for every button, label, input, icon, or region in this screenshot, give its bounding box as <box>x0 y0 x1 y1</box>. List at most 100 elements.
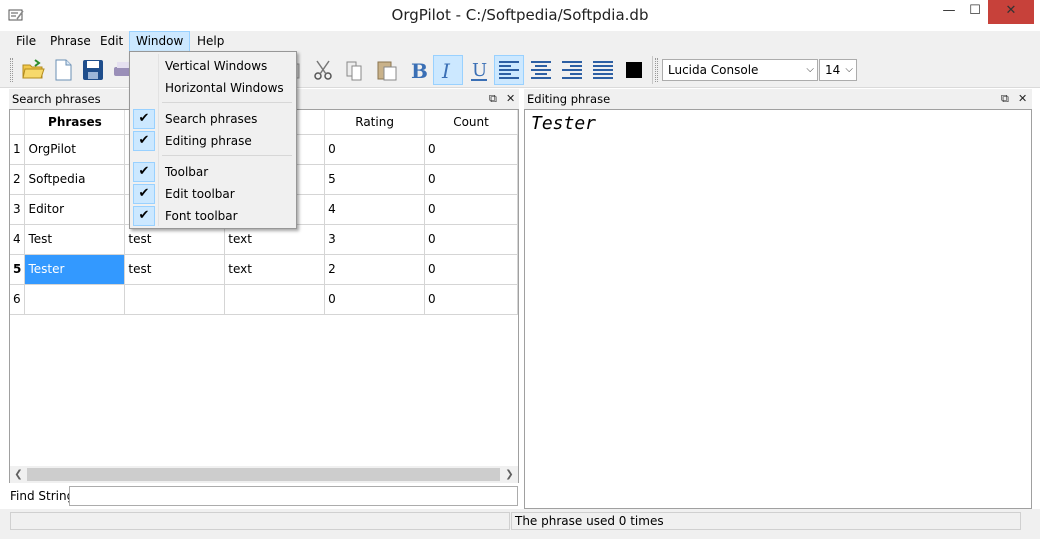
font-toolbar-grip[interactable] <box>655 58 658 82</box>
row-header-corner <box>10 110 26 135</box>
search-panel-title: Search phrases <box>12 92 101 106</box>
count-cell[interactable]: 0 <box>424 194 518 225</box>
phrase-cell[interactable]: Editor <box>24 194 126 225</box>
horizontal-scrollbar[interactable]: ❮ ❯ <box>10 466 518 483</box>
table-cell[interactable] <box>124 284 226 315</box>
maximize-button[interactable]: ☐ <box>962 0 988 24</box>
align-center-icon[interactable] <box>526 55 556 85</box>
bold-icon[interactable]: B <box>403 55 433 85</box>
count-cell[interactable]: 0 <box>424 224 518 255</box>
phrase-cell[interactable]: Softpedia <box>24 164 126 195</box>
menu-item-search-phrases[interactable]: ✔ Search phrases <box>132 108 294 130</box>
align-left-icon[interactable] <box>494 55 524 85</box>
rating-cell[interactable]: 0 <box>324 284 426 315</box>
svg-text:U: U <box>472 60 487 81</box>
toolbar-grip[interactable] <box>10 58 13 82</box>
svg-text:B: B <box>411 59 428 82</box>
count-cell[interactable]: 0 <box>424 254 518 285</box>
align-right-icon[interactable] <box>557 55 587 85</box>
font-size-combo[interactable]: 14 ⌵ <box>819 59 857 81</box>
find-strings-input[interactable] <box>69 486 518 506</box>
menu-item-editing-phrase[interactable]: ✔ Editing phrase <box>132 130 294 152</box>
save-icon[interactable] <box>78 55 108 85</box>
column-header-count[interactable]: Count <box>424 110 518 135</box>
close-button[interactable]: ✕ <box>988 0 1034 24</box>
menu-item-vertical-windows[interactable]: Vertical Windows <box>132 55 294 77</box>
menu-file[interactable]: File <box>10 31 42 52</box>
menu-item-label: Editing phrase <box>165 134 252 148</box>
menu-help[interactable]: Help <box>191 31 230 52</box>
row-number[interactable]: 1 <box>10 134 26 165</box>
menu-item-label: Vertical Windows <box>165 59 268 73</box>
italic-icon[interactable]: I <box>433 55 463 85</box>
row-number[interactable]: 4 <box>10 224 26 255</box>
row-number[interactable]: 6 <box>10 284 26 315</box>
rating-cell[interactable]: 5 <box>324 164 426 195</box>
menu-item-label: Toolbar <box>165 165 209 179</box>
menu-phrase[interactable]: Phrase <box>44 31 97 52</box>
editor-content: Tester <box>531 113 597 134</box>
row-number[interactable]: 3 <box>10 194 26 225</box>
table-cell[interactable] <box>224 284 326 315</box>
rating-cell[interactable]: 4 <box>324 194 426 225</box>
menu-item-horizontal-windows[interactable]: Horizontal Windows <box>132 77 294 99</box>
font-name-value: Lucida Console <box>668 63 759 77</box>
scroll-right-icon[interactable]: ❯ <box>501 466 518 483</box>
font-name-combo[interactable]: Lucida Console ⌵ <box>662 59 818 81</box>
rating-cell[interactable]: 0 <box>324 134 426 165</box>
menu-separator <box>162 155 292 156</box>
table-cell[interactable]: test <box>124 254 226 285</box>
menu-edit[interactable]: Edit <box>94 31 129 52</box>
menu-item-label: Search phrases <box>165 112 258 126</box>
menu-item-label: Font toolbar <box>165 209 238 223</box>
close-icon[interactable]: ✕ <box>506 89 515 109</box>
new-file-icon[interactable] <box>48 55 78 85</box>
font-size-value: 14 <box>825 63 841 77</box>
align-justify-icon[interactable] <box>588 55 618 85</box>
table-row[interactable]: 6 0 0 <box>10 284 518 315</box>
chevron-down-icon: ⌵ <box>806 64 814 75</box>
phrase-cell-selected[interactable]: Tester <box>24 254 126 285</box>
editing-panel-header: Editing phrase ⧉ ✕ <box>524 89 1032 109</box>
open-icon[interactable] <box>18 55 48 85</box>
paste-icon[interactable] <box>372 55 402 85</box>
phrase-cell[interactable]: OrgPilot <box>24 134 126 165</box>
close-icon[interactable]: ✕ <box>1018 89 1027 109</box>
minimize-button[interactable]: — <box>936 0 962 24</box>
editing-panel-title: Editing phrase <box>527 92 611 106</box>
rating-cell[interactable]: 2 <box>324 254 426 285</box>
phrase-cell[interactable]: Test <box>24 224 126 255</box>
table-row-selected[interactable]: 5 Tester test text 2 0 <box>10 254 518 285</box>
check-icon: ✔ <box>133 206 155 226</box>
text-color-icon[interactable] <box>619 55 649 85</box>
phrase-cell[interactable] <box>24 284 126 315</box>
column-header-phrases[interactable]: Phrases <box>24 110 126 135</box>
count-cell[interactable]: 0 <box>424 164 518 195</box>
menu-item-edit-toolbar[interactable]: ✔ Edit toolbar <box>132 183 294 205</box>
scrollbar-thumb[interactable] <box>27 468 500 481</box>
check-icon: ✔ <box>133 131 155 151</box>
phrase-editor[interactable]: Tester <box>524 109 1032 509</box>
float-icon[interactable]: ⧉ <box>489 89 497 109</box>
scroll-left-icon[interactable]: ❮ <box>10 466 27 483</box>
toolbar-separator <box>652 56 653 84</box>
window-title: OrgPilot - C:/Softpedia/Softpdia.db <box>391 6 649 24</box>
float-icon[interactable]: ⧉ <box>1001 89 1009 109</box>
count-cell[interactable]: 0 <box>424 134 518 165</box>
title-bar: OrgPilot - C:/Softpedia/Softpdia.db — ☐ … <box>0 0 1040 31</box>
menu-item-font-toolbar[interactable]: ✔ Font toolbar <box>132 205 294 227</box>
status-text: The phrase used 0 times <box>511 512 1021 530</box>
menu-separator <box>162 102 292 103</box>
column-header-rating[interactable]: Rating <box>324 110 426 135</box>
check-icon: ✔ <box>133 109 155 129</box>
count-cell[interactable]: 0 <box>424 284 518 315</box>
menu-window[interactable]: Window <box>129 31 191 52</box>
row-number[interactable]: 2 <box>10 164 26 195</box>
row-number[interactable]: 5 <box>10 254 26 285</box>
copy-icon[interactable] <box>340 55 370 85</box>
cut-icon[interactable] <box>308 55 338 85</box>
table-cell[interactable]: text <box>224 254 326 285</box>
menu-item-toolbar[interactable]: ✔ Toolbar <box>132 161 294 183</box>
rating-cell[interactable]: 3 <box>324 224 426 255</box>
underline-icon[interactable]: U <box>464 55 494 85</box>
